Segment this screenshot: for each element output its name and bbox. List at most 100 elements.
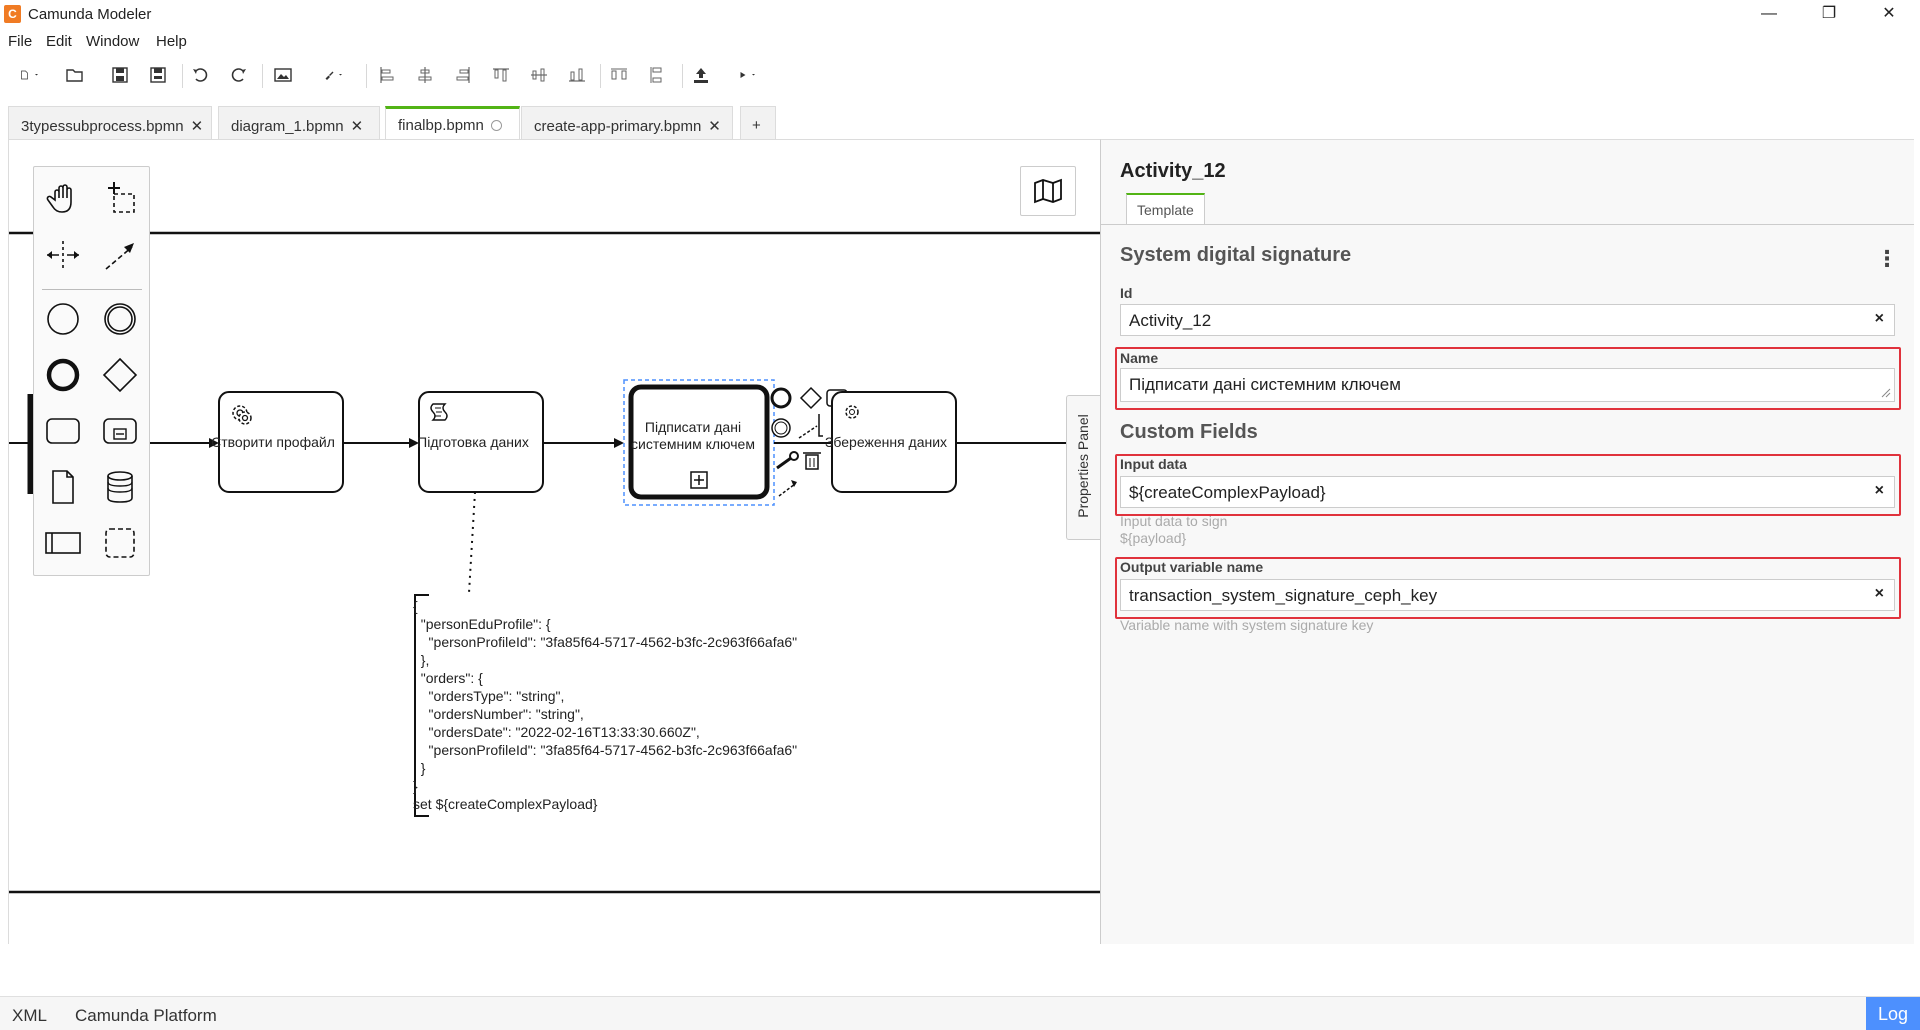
- close-tab-icon[interactable]: ✕: [191, 118, 204, 135]
- color-brush-icon[interactable]: [312, 62, 356, 88]
- tab-label: create-app-primary.bpmn: [534, 118, 702, 135]
- task-label: Підготовка даних: [417, 433, 529, 450]
- tab-label: finalbp.bpmn: [398, 117, 484, 134]
- delete-trash-icon: [803, 452, 821, 470]
- properties-panel: Activity_12 Template System digital sign…: [1100, 139, 1914, 944]
- close-window-button[interactable]: ✕: [1860, 0, 1918, 28]
- tab-label: diagram_1.bpmn: [231, 118, 344, 135]
- maximize-button[interactable]: ❐: [1800, 0, 1858, 28]
- output-variable-value: transaction_system_signature_ceph_key: [1129, 586, 1438, 605]
- align-middle-icon[interactable]: [526, 62, 552, 88]
- menu-window[interactable]: Window: [86, 33, 139, 50]
- deploy-icon[interactable]: [688, 62, 714, 88]
- align-bottom-icon[interactable]: [564, 62, 590, 88]
- title-bar: C Camunda Modeler — ❐ ✕: [0, 0, 1920, 28]
- diagram-canvas[interactable]: Створити профайл Підготовка даних Підпис…: [8, 139, 1101, 944]
- name-field[interactable]: Підписати дані системним ключем: [1120, 368, 1895, 402]
- align-right-icon[interactable]: [450, 62, 476, 88]
- tab-3typessubprocess[interactable]: 3typessubprocess.bpmn ✕: [8, 106, 212, 139]
- menu-help[interactable]: Help: [156, 33, 187, 50]
- align-center-icon[interactable]: [412, 62, 438, 88]
- minimap-toggle-button[interactable]: [1020, 166, 1076, 216]
- menu-edit[interactable]: Edit: [46, 33, 72, 50]
- template-name: System digital signature: [1120, 244, 1352, 266]
- unsaved-indicator-icon: [490, 120, 502, 131]
- name-label: Name: [1120, 350, 1159, 366]
- redo-icon[interactable]: [225, 62, 251, 88]
- annotation-text: { "personEduProfile": { "personProfileId…: [413, 598, 798, 812]
- clear-output-icon[interactable]: ×: [1875, 585, 1884, 603]
- execution-platform-button[interactable]: Camunda Platform: [75, 1006, 217, 1026]
- undo-icon[interactable]: [188, 62, 214, 88]
- camunda-logo-icon: C: [4, 5, 21, 23]
- export-image-icon[interactable]: [270, 62, 296, 88]
- status-bar: XML Camunda Platform Log: [0, 996, 1920, 1030]
- association-line: [468, 491, 476, 594]
- tool-palette: [33, 166, 150, 576]
- input-data-description-example: ${payload}: [1120, 530, 1187, 546]
- change-type-wrench-icon: [776, 456, 792, 470]
- task-icon[interactable]: [41, 409, 85, 453]
- text-annotation-icon: [818, 414, 823, 437]
- distribute-vertical-icon[interactable]: [644, 62, 670, 88]
- connect-icon: [798, 425, 818, 439]
- tab-template[interactable]: Template: [1126, 193, 1205, 225]
- template-menu-icon[interactable]: ⋮: [1876, 248, 1898, 272]
- output-variable-description: Variable name with system signature key: [1120, 617, 1374, 633]
- end-event-icon[interactable]: [41, 353, 85, 397]
- task-label: Підписати дані системним ключем: [631, 419, 755, 452]
- align-top-icon[interactable]: [488, 62, 514, 88]
- pool-participant-icon[interactable]: [41, 521, 85, 565]
- task-label: Створити профайл: [211, 433, 335, 450]
- data-object-icon[interactable]: [41, 465, 85, 509]
- tab-diagram-1[interactable]: diagram_1.bpmn ✕: [218, 106, 380, 139]
- input-data-label: Input data: [1120, 456, 1187, 472]
- resize-handle-icon: [1881, 388, 1891, 398]
- log-button[interactable]: Log: [1866, 997, 1920, 1030]
- close-tab-icon[interactable]: ✕: [351, 118, 364, 135]
- output-variable-label: Output variable name: [1120, 559, 1264, 575]
- new-file-icon[interactable]: [8, 62, 52, 88]
- input-data-field[interactable]: ${createComplexPayload} ×: [1120, 476, 1895, 508]
- id-field[interactable]: Activity_12 ×: [1120, 304, 1895, 336]
- map-icon: [1034, 178, 1062, 204]
- tab-finalbp[interactable]: finalbp.bpmn: [385, 106, 520, 139]
- subprocess-icon[interactable]: [98, 409, 142, 453]
- name-value: Підписати дані системним ключем: [1129, 375, 1401, 394]
- save-as-icon[interactable]: [145, 62, 171, 88]
- distribute-horizontal-icon[interactable]: [606, 62, 632, 88]
- open-file-icon[interactable]: [62, 62, 88, 88]
- tab-bar: 3typessubprocess.bpmn ✕ diagram_1.bpmn ✕ f…: [0, 104, 1920, 139]
- properties-panel-toggle[interactable]: Properties Panel: [1066, 395, 1100, 540]
- intermediate-event-icon[interactable]: [98, 297, 142, 341]
- start-instance-icon[interactable]: [726, 62, 770, 88]
- properties-panel-toggle-label: Properties Panel: [1075, 414, 1091, 518]
- data-store-icon[interactable]: [98, 465, 142, 509]
- start-event-icon[interactable]: [41, 297, 85, 341]
- group-icon[interactable]: [98, 521, 142, 565]
- input-data-value: ${createComplexPayload}: [1129, 483, 1326, 502]
- element-title: Activity_12: [1120, 160, 1226, 182]
- minimize-button[interactable]: —: [1740, 0, 1798, 28]
- clear-id-icon[interactable]: ×: [1875, 310, 1884, 328]
- align-left-icon[interactable]: [374, 62, 400, 88]
- append-end-event-icon: [770, 387, 792, 409]
- space-tool-icon[interactable]: [41, 233, 85, 277]
- id-label: Id: [1120, 285, 1133, 301]
- id-value: Activity_12: [1129, 311, 1212, 330]
- connect-arrow-icon: [778, 483, 796, 497]
- xml-view-button[interactable]: XML: [12, 1006, 47, 1026]
- hand-tool-icon[interactable]: [41, 176, 85, 220]
- close-tab-icon[interactable]: ✕: [708, 118, 721, 135]
- global-connect-tool-icon[interactable]: [98, 233, 142, 277]
- task-label: Збереження даних: [824, 433, 948, 450]
- toolbar: [0, 58, 1920, 94]
- tab-create-app-primary[interactable]: create-app-primary.bpmn ✕: [521, 106, 733, 139]
- output-variable-field[interactable]: transaction_system_signature_ceph_key ×: [1120, 579, 1895, 611]
- add-tab-button[interactable]: +: [740, 106, 776, 139]
- clear-input-icon[interactable]: ×: [1875, 482, 1884, 500]
- save-icon[interactable]: [107, 62, 133, 88]
- gateway-icon[interactable]: [98, 353, 142, 397]
- lasso-tool-icon[interactable]: [98, 176, 142, 220]
- menu-file[interactable]: File: [8, 33, 32, 50]
